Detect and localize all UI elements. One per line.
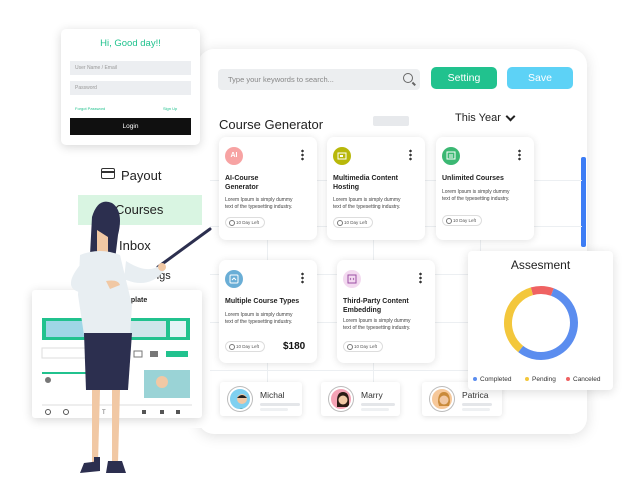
course-title-line: Unlimited Courses [442,175,504,182]
course-card[interactable]: Unlimited Courses Lorem Ipsum is simply … [436,137,534,240]
course-desc-line: Lorem Ipsum is simply dummy [225,312,293,318]
course-title-line: Embedding [343,306,382,314]
legend-dot [525,377,529,382]
search-input[interactable]: Type your keywords to search... [218,69,420,90]
course-types-icon [225,270,243,288]
legend-label: Canceled [573,376,601,383]
legend-label: Pending [532,376,556,383]
course-card[interactable]: AI AI-Course Generator Lorem Ipsum is si… [219,137,317,240]
course-title-line: Multiple Course Types [225,298,300,305]
days-left-badge: 10 Day Left [343,341,384,352]
save-button[interactable]: Save [507,67,573,89]
more-icon[interactable] [301,272,304,284]
payout-icon [101,168,115,179]
user-detail-bar [462,403,492,406]
days-left-badge: 10 Day Left [225,217,266,228]
user-detail-bar [462,408,490,411]
media-icon [333,147,351,165]
user-detail-bar [260,408,288,411]
embed-icon [343,270,361,288]
course-title: Unlimited Courses [442,175,504,184]
course-desc-line: text of the typesetting industry. [225,319,293,325]
course-card[interactable]: Multimedia Content Hosting Lorem Ipsum i… [327,137,425,240]
user-detail-bar [260,403,300,406]
title-placeholder-bar [373,116,409,126]
course-card[interactable]: Multiple Course Types Lorem Ipsum is sim… [219,260,317,363]
avatar [430,387,454,411]
legend-dot [566,377,570,382]
donut-slice-canceled [530,286,554,296]
course-desc: Lorem Ipsum is simply dummy text of the … [442,189,510,203]
course-desc-line: Lorem Ipsum is simply dummy [442,189,510,195]
page-title: Course Generator [219,117,324,132]
course-desc-line: text of the typesetting industry. [333,204,401,210]
course-title: Third-Party Content Embedding [343,298,409,315]
donut-slice-pending [504,287,534,353]
stage: Type your keywords to search... Setting … [0,0,643,490]
login-button[interactable]: Login [70,118,191,135]
course-desc-line: Lorem Ipsum is simply dummy [333,197,401,203]
user-name: Marry [361,390,383,400]
search-placeholder: Type your keywords to search... [228,75,334,84]
user-detail-bar [361,408,389,411]
course-title: AI-Course Generator [225,175,258,192]
legend-item: Canceled [566,376,600,383]
legend-item: Completed [473,376,511,383]
user-name: Patrica [462,390,489,400]
login-card: Hi, Good day!! User Name / Email Passwor… [61,29,200,145]
forgot-password-link[interactable]: Forgot Password [75,106,105,111]
user-detail-bar [361,403,395,406]
days-left-badge: 10 Day Left [225,341,266,352]
course-title-line: Third-Party Content [343,298,409,305]
course-desc: Lorem Ipsum is simply dummy text of the … [333,197,401,211]
sign-up-link[interactable]: Sign Up [163,106,177,111]
scrollbar[interactable] [581,157,586,247]
password-field[interactable]: Password [70,81,191,95]
course-desc-line: text of the typesetting industry. [343,325,411,331]
course-title: Multimedia Content Hosting [333,175,398,192]
search-icon[interactable] [403,73,413,83]
avatar [228,387,252,411]
assessment-card: Assesment Completed Pending Canceled [468,251,613,390]
course-desc-line: text of the typesetting industry. [225,204,293,210]
ai-icon: AI [225,147,243,165]
more-icon[interactable] [518,149,521,161]
days-left-badge: 10 Day Left [442,215,483,226]
course-desc: Lorem Ipsum is simply dummy text of the … [343,318,411,332]
presenter-illustration [70,201,212,473]
course-title-line: Generator [225,183,259,191]
course-desc-line: Lorem Ipsum is simply dummy [343,318,411,324]
assessment-donut-chart [504,286,578,360]
setting-button[interactable]: Setting [431,67,497,89]
course-card[interactable]: Third-Party Content Embedding Lorem Ipsu… [337,260,435,363]
course-desc: Lorem Ipsum is simply dummy text of the … [225,312,293,326]
user-card[interactable]: Marry [321,382,400,416]
more-icon[interactable] [419,272,422,284]
course-title-line: Hosting [333,183,360,191]
login-title: Hi, Good day!! [100,38,161,49]
legend-dot [473,377,477,382]
legend-item: Pending [525,376,556,383]
price-label: $180 [283,341,306,352]
course-title-line: AI-Course [225,175,259,182]
sidebar-item-payout[interactable]: Payout [121,168,161,183]
period-select[interactable]: This Year [455,112,501,124]
legend-label: Completed [480,376,512,383]
course-desc: Lorem Ipsum is simply dummy text of the … [225,197,293,211]
avatar [329,387,353,411]
courses-icon [442,147,460,165]
username-field[interactable]: User Name / Email [70,61,191,75]
course-desc-line: text of the typesetting industry. [442,196,510,202]
course-desc-line: Lorem Ipsum is simply dummy [225,197,293,203]
user-card[interactable]: Michal [220,382,302,416]
more-icon[interactable] [409,149,412,161]
course-title-line: Multimedia Content [333,175,398,182]
course-title: Multiple Course Types [225,298,299,307]
days-left-badge: 10 Day Left [333,217,374,228]
donut-slice-completed [518,288,578,360]
more-icon[interactable] [301,149,304,161]
user-name: Michal [260,390,285,400]
